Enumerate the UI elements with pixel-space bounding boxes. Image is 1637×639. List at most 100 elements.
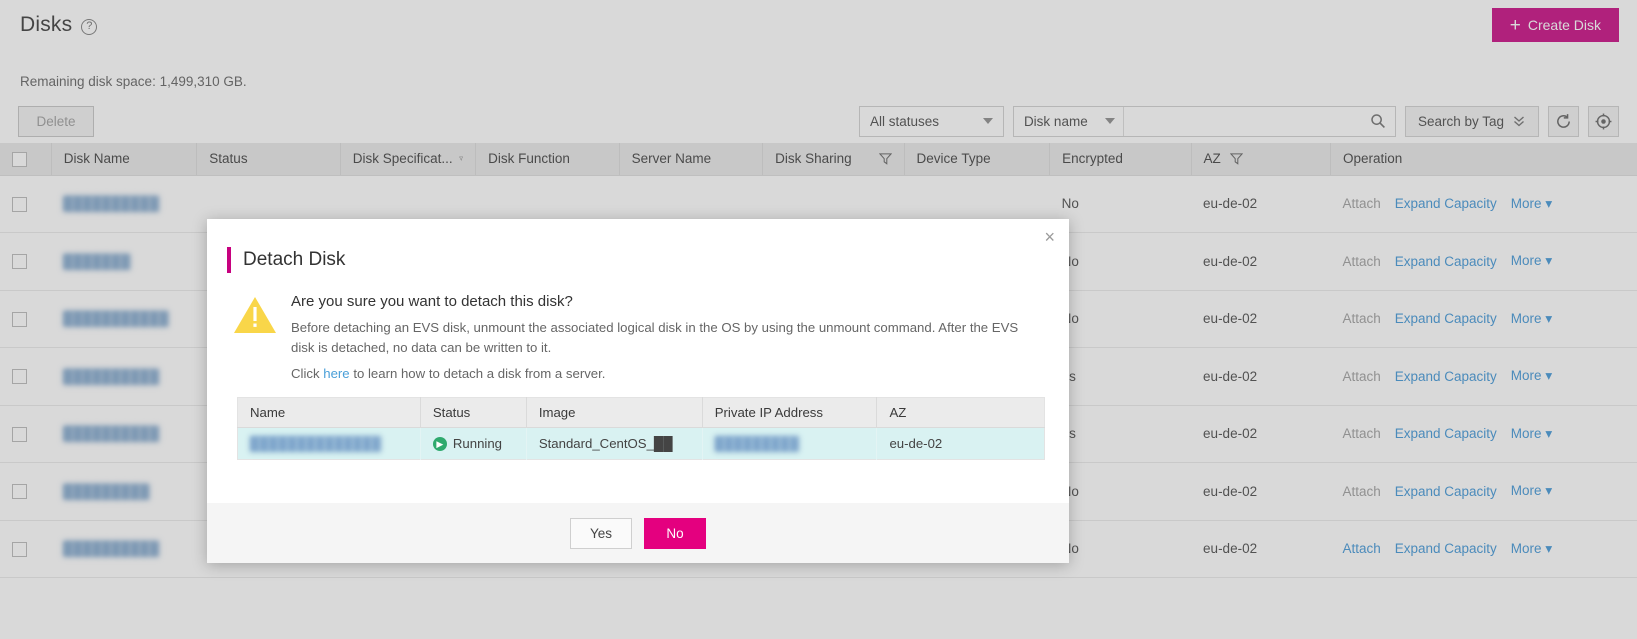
column-header-disk-sharing[interactable]: Disk Sharing bbox=[762, 143, 905, 176]
row-select-cell bbox=[0, 520, 52, 578]
double-chevron-down-icon bbox=[1514, 116, 1524, 127]
cell-disk-name: ███████████ bbox=[51, 290, 197, 348]
search-type-value: Disk name bbox=[1023, 113, 1088, 129]
column-header-encrypted[interactable]: Encrypted bbox=[1049, 143, 1192, 176]
filter-icon[interactable] bbox=[878, 152, 892, 165]
settings-button[interactable] bbox=[1588, 105, 1619, 137]
column-header-operation: Operation bbox=[1330, 143, 1637, 176]
attach-link[interactable]: Attach bbox=[1342, 254, 1380, 269]
row-select-cell bbox=[0, 175, 52, 233]
expand-capacity-link[interactable]: Expand Capacity bbox=[1395, 369, 1497, 384]
disk-name-value: ███████ bbox=[63, 253, 131, 269]
search-by-tag-button[interactable]: Search by Tag bbox=[1404, 105, 1539, 137]
column-header-disk-name[interactable]: Disk Name bbox=[51, 143, 198, 176]
attach-link[interactable]: Attach bbox=[1342, 484, 1380, 499]
no-button[interactable]: No bbox=[644, 517, 706, 549]
cell-disk-name: ██████████ bbox=[51, 347, 197, 406]
here-link[interactable]: here bbox=[323, 366, 349, 381]
server-image-value: Standard_CentOS_██ bbox=[538, 436, 673, 451]
gear-icon bbox=[1595, 113, 1612, 129]
cell-operation: Attach Expand Capacity More ▾ bbox=[1330, 232, 1637, 291]
cell-disk-name: ██████████ bbox=[51, 175, 197, 233]
cell-az: eu-de-02 bbox=[1191, 520, 1331, 578]
refresh-button[interactable] bbox=[1548, 105, 1579, 137]
column-header-disk-function[interactable]: Disk Function bbox=[475, 143, 620, 176]
dialog-title-bar: Detach Disk bbox=[207, 219, 1069, 273]
column-label: Disk Name bbox=[63, 151, 130, 167]
more-link[interactable]: More ▾ bbox=[1511, 541, 1552, 557]
filter-icon[interactable] bbox=[1229, 152, 1243, 165]
expand-capacity-link[interactable]: Expand Capacity bbox=[1395, 541, 1497, 556]
table-head: Disk Name Status Disk Specificat... Disk… bbox=[0, 143, 1637, 176]
expand-capacity-link[interactable]: Expand Capacity bbox=[1395, 196, 1497, 211]
row-checkbox[interactable] bbox=[12, 484, 27, 500]
inner-table-head: Name Status Image Private IP Address AZ bbox=[237, 397, 1045, 428]
more-link[interactable]: More ▾ bbox=[1511, 311, 1552, 327]
row-checkbox[interactable] bbox=[12, 541, 27, 557]
row-checkbox[interactable] bbox=[12, 311, 27, 327]
cell-encrypted: No bbox=[1049, 462, 1192, 521]
column-header-server-name[interactable]: Server Name bbox=[619, 143, 764, 176]
row-checkbox[interactable] bbox=[12, 426, 27, 442]
attach-link[interactable]: Attach bbox=[1342, 541, 1380, 556]
column-label: Operation bbox=[1342, 151, 1403, 167]
click-prefix: Click bbox=[291, 366, 324, 381]
column-label: Encrypted bbox=[1062, 151, 1123, 167]
cell-encrypted: es bbox=[1049, 405, 1192, 463]
search-icon[interactable] bbox=[1361, 107, 1395, 136]
more-link[interactable]: More ▾ bbox=[1511, 253, 1552, 269]
create-disk-button[interactable]: + Create Disk bbox=[1491, 8, 1619, 42]
inner-header-row: Name Status Image Private IP Address AZ bbox=[237, 397, 1045, 428]
table-toolbar: Delete All statuses Disk name Search by … bbox=[0, 99, 1637, 143]
inner-cell-az: eu-de-02 bbox=[876, 427, 1045, 460]
filter-icon[interactable] bbox=[458, 152, 464, 165]
close-icon[interactable]: × bbox=[1044, 228, 1055, 246]
expand-capacity-link[interactable]: Expand Capacity bbox=[1395, 484, 1497, 499]
dialog-title: Detach Disk bbox=[243, 249, 346, 270]
cell-az: eu-de-02 bbox=[1191, 232, 1331, 291]
attach-link[interactable]: Attach bbox=[1342, 311, 1380, 326]
search-group: Disk name bbox=[1012, 105, 1396, 137]
column-header-device-type[interactable]: Device Type bbox=[904, 143, 1051, 176]
create-disk-label: Create Disk bbox=[1527, 17, 1601, 33]
inner-cell-status: ▶ Running bbox=[420, 427, 527, 460]
search-input[interactable] bbox=[1123, 106, 1361, 136]
row-checkbox[interactable] bbox=[12, 369, 27, 385]
disk-name-value: ██████████ bbox=[63, 196, 159, 212]
expand-capacity-link[interactable]: Expand Capacity bbox=[1395, 311, 1497, 326]
column-header-az[interactable]: AZ bbox=[1191, 143, 1331, 176]
disks-page: Disks ? + Create Disk Remaining disk spa… bbox=[0, 0, 1637, 639]
attach-link[interactable]: Attach bbox=[1342, 426, 1380, 441]
column-header-disk-specification[interactable]: Disk Specificat... bbox=[340, 143, 477, 176]
delete-button[interactable]: Delete bbox=[18, 105, 94, 137]
cell-disk-name: ██████████ bbox=[51, 520, 197, 578]
inner-column-status: Status bbox=[420, 397, 527, 428]
expand-capacity-link[interactable]: Expand Capacity bbox=[1395, 426, 1497, 441]
row-select-cell bbox=[0, 405, 52, 463]
question-circle-icon[interactable]: ? bbox=[81, 19, 98, 35]
more-link[interactable]: More ▾ bbox=[1511, 426, 1552, 442]
column-header-status[interactable]: Status bbox=[196, 143, 341, 176]
search-type-select[interactable]: Disk name bbox=[1014, 106, 1124, 136]
column-label: Device Type bbox=[916, 151, 991, 167]
title-accent-bar bbox=[227, 247, 231, 273]
more-link[interactable]: More ▾ bbox=[1511, 483, 1552, 499]
inner-table-body: ██████████████ ▶ Running Standard_CentOS… bbox=[237, 427, 1045, 460]
status-filter-select[interactable]: All statuses bbox=[858, 105, 1004, 137]
attach-link[interactable]: Attach bbox=[1342, 196, 1380, 211]
cell-disk-name: ██████████ bbox=[51, 405, 197, 463]
cell-operation: Attach Expand Capacity More ▾ bbox=[1330, 175, 1637, 233]
attach-link[interactable]: Attach bbox=[1342, 369, 1380, 384]
cell-operation: Attach Expand Capacity More ▾ bbox=[1330, 290, 1637, 348]
row-checkbox[interactable] bbox=[12, 196, 27, 212]
cell-encrypted: No bbox=[1049, 232, 1192, 291]
row-checkbox[interactable] bbox=[12, 254, 27, 270]
inner-cell-image: Standard_CentOS_██ bbox=[526, 427, 703, 460]
dialog-body: Are you sure you want to detach this dis… bbox=[207, 273, 1069, 381]
yes-button[interactable]: Yes bbox=[570, 517, 632, 549]
more-link[interactable]: More ▾ bbox=[1511, 196, 1552, 212]
more-link[interactable]: More ▾ bbox=[1511, 368, 1552, 384]
expand-capacity-link[interactable]: Expand Capacity bbox=[1395, 254, 1497, 269]
cell-encrypted: No bbox=[1049, 175, 1192, 233]
select-all-checkbox[interactable] bbox=[12, 151, 27, 167]
